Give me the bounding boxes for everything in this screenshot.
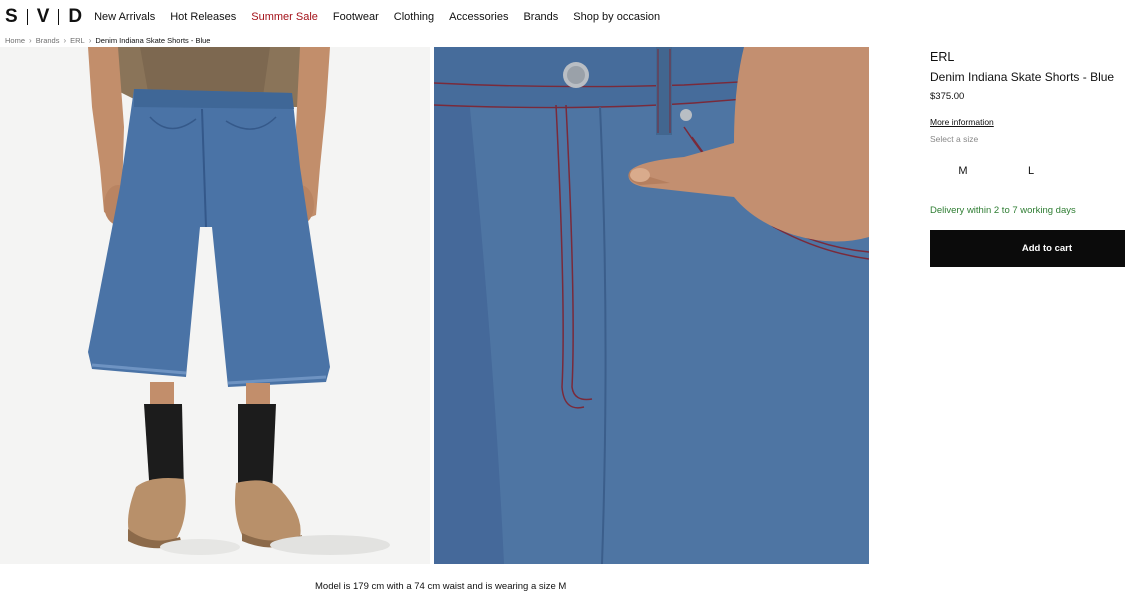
- logo-letter: V: [36, 6, 50, 27]
- breadcrumb-erl[interactable]: ERL: [70, 36, 85, 45]
- breadcrumb-brands[interactable]: Brands: [36, 36, 60, 45]
- chevron-right-icon: ›: [29, 36, 32, 45]
- model-illustration: [0, 47, 430, 564]
- product-info-panel: ERL Denim Indiana Skate Shorts - Blue $3…: [930, 50, 1125, 267]
- breadcrumb-home[interactable]: Home: [5, 36, 25, 45]
- product-brand[interactable]: ERL: [930, 50, 1125, 64]
- product-image-detail[interactable]: [434, 47, 869, 564]
- nav-hot-releases[interactable]: Hot Releases: [170, 11, 236, 23]
- breadcrumb-current: Denim Indiana Skate Shorts - Blue: [95, 36, 211, 45]
- logo-letter: S: [5, 6, 18, 27]
- product-image-model[interactable]: [0, 47, 430, 564]
- size-option-l[interactable]: L: [997, 165, 1065, 177]
- nav-footwear[interactable]: Footwear: [333, 11, 379, 23]
- chevron-right-icon: ›: [88, 36, 92, 45]
- breadcrumb: Home › Brands › ERL › Denim Indiana Skat…: [5, 36, 210, 45]
- nav-summer-sale[interactable]: Summer Sale: [251, 11, 318, 23]
- chevron-right-icon: ›: [63, 36, 67, 45]
- logo-divider: [26, 9, 28, 25]
- product-title: Denim Indiana Skate Shorts - Blue: [930, 70, 1115, 84]
- svd-logo[interactable]: S V D: [5, 6, 83, 27]
- product-price: $375.00: [930, 91, 965, 102]
- nav-clothing[interactable]: Clothing: [394, 11, 434, 23]
- site-header: S V D New Arrivals Hot Releases Summer S…: [0, 0, 1125, 34]
- nav-brands[interactable]: Brands: [523, 11, 558, 23]
- detail-illustration: [434, 47, 869, 564]
- select-size-label: Select a size: [930, 134, 979, 144]
- logo-divider: [58, 9, 60, 25]
- add-to-cart-button[interactable]: Add to cart: [930, 230, 1125, 267]
- logo-letter: D: [68, 6, 83, 27]
- model-size-caption: Model is 179 cm with a 74 cm waist and i…: [315, 581, 567, 592]
- nav-new-arrivals[interactable]: New Arrivals: [94, 11, 155, 23]
- more-information-link[interactable]: More information: [930, 117, 994, 127]
- nav-accessories[interactable]: Accessories: [449, 11, 508, 23]
- size-selector: M L: [930, 165, 1125, 177]
- nav-shop-by-occasion[interactable]: Shop by occasion: [573, 11, 660, 23]
- main-nav: New Arrivals Hot Releases Summer Sale Fo…: [94, 11, 675, 23]
- delivery-info: Delivery within 2 to 7 working days: [930, 205, 1076, 216]
- size-option-m[interactable]: M: [929, 165, 997, 177]
